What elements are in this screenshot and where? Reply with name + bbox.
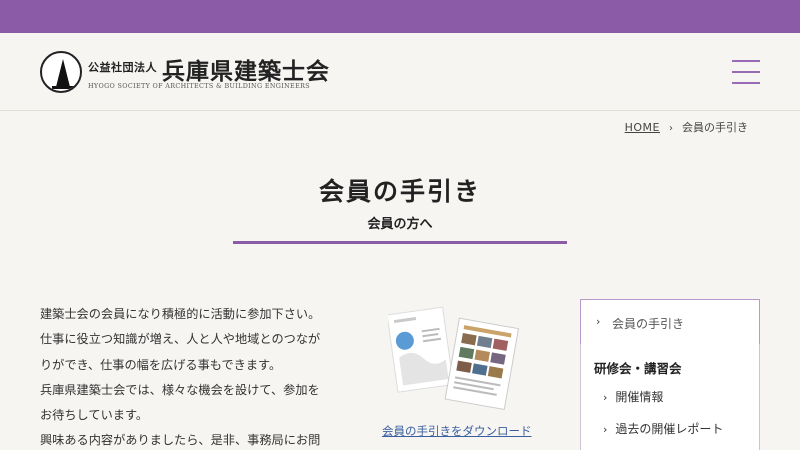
intro-line: お待ちしています。: [40, 408, 149, 423]
top-accent-bar: [0, 0, 800, 33]
title-underline: [233, 241, 567, 244]
intro-line: 仕事に役立つ知識が増え、人と人や地域とのつなが: [40, 332, 321, 347]
sidebar-group-heading: 研修会・講習会: [594, 361, 682, 376]
intro-line: りができ、仕事の幅を広げる事もできます。: [40, 357, 282, 372]
intro-line: 建築士会の会員になり積極的に活動に参加下さい。: [40, 307, 321, 321]
chevron-right-icon: ›: [603, 423, 608, 436]
breadcrumb-current: 会員の手引き: [682, 121, 748, 134]
breadcrumb-separator-icon: ›: [669, 123, 673, 134]
logo-org-type[interactable]: 公益社団法人: [88, 59, 157, 75]
logo-english-name[interactable]: HYOGO SOCIETY OF ARCHITECTS & BUILDING E…: [88, 82, 310, 90]
sidebar-nav: › 会員の手引き 研修会・講習会 › 開催情報 › 過去の開催レポート: [580, 299, 760, 450]
page-title: 会員の手引き: [318, 177, 481, 206]
sidebar-item-label: 開催情報: [615, 390, 664, 404]
intro-line: 兵庫県建築士会では、様々な機会を設けて、参加を: [40, 382, 320, 397]
manual-download-link[interactable]: 会員の手引きをダウンロード: [382, 423, 532, 439]
intro-text: 建築士会の会員になり積極的に活動に参加下さい。 仕事に役立つ知識が増え、人と人や…: [40, 302, 350, 450]
breadcrumb: HOME › 会員の手引き: [625, 119, 748, 135]
sidebar-item-events[interactable]: › 開催情報: [603, 388, 663, 405]
page-subtitle: 会員の方へ: [367, 217, 433, 232]
sidebar-item-past-reports[interactable]: › 過去の開催レポート: [603, 420, 723, 437]
chevron-right-icon: ›: [596, 315, 601, 328]
hamburger-menu-button[interactable]: [732, 58, 762, 86]
hamburger-icon-line: [732, 71, 760, 73]
sidebar-item-label: 過去の開催レポート: [615, 422, 724, 436]
logo-org-name[interactable]: 兵庫県建築士会: [162, 52, 330, 86]
manual-thumbnail-image[interactable]: [386, 303, 520, 411]
sidebar-list: 研修会・講習会 › 開催情報 › 過去の開催レポート: [580, 344, 760, 450]
chevron-right-icon: ›: [603, 391, 608, 404]
hamburger-icon: [732, 60, 760, 62]
sidebar-item-manual[interactable]: › 会員の手引き: [580, 299, 760, 345]
sidebar-item-label: 会員の手引き: [612, 317, 685, 331]
intro-line: 興味ある内容がありましたら、是非、事務局にお問: [40, 433, 321, 448]
logo-icon[interactable]: [40, 51, 82, 93]
breadcrumb-home-link[interactable]: HOME: [625, 121, 660, 134]
hamburger-icon-line: [732, 82, 760, 84]
